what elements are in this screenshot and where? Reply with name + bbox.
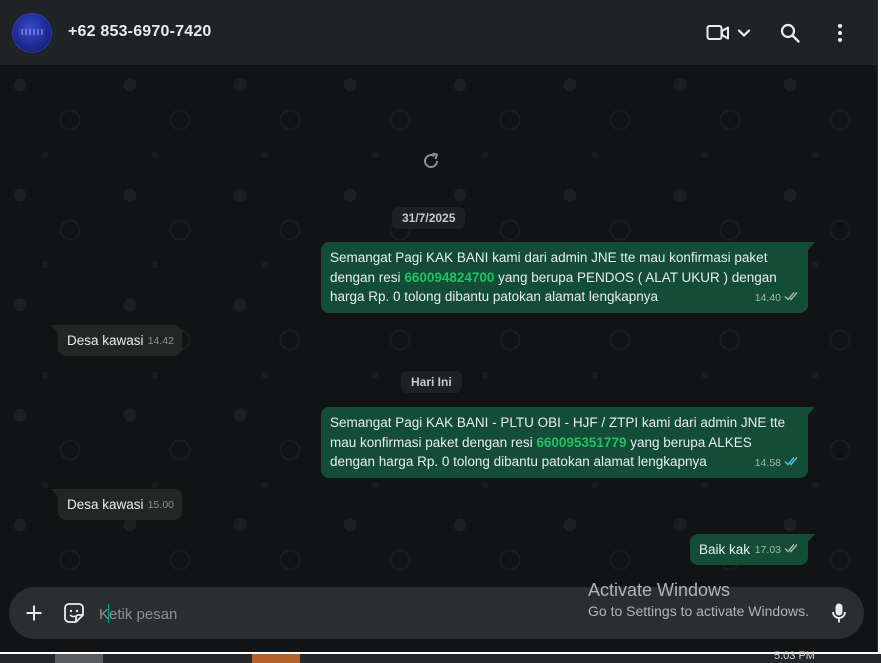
delivered-ticks-icon bbox=[784, 289, 800, 309]
message-meta: 14.42 bbox=[148, 332, 174, 352]
message-meta: 14.58 bbox=[755, 454, 800, 474]
chat-header: +62 853-6970-7420 bbox=[0, 0, 877, 65]
message-bubble-outgoing[interactable]: Semangat Pagi KAK BANI kami dari admin J… bbox=[321, 242, 815, 313]
message-time: 14.58 bbox=[754, 456, 781, 469]
message-bubble-outgoing[interactable]: Semangat Pagi KAK BANI - PLTU OBI - HJF … bbox=[321, 407, 815, 478]
search-icon[interactable] bbox=[777, 20, 803, 46]
load-more-refresh-icon[interactable] bbox=[421, 151, 441, 171]
message-bubble-outgoing[interactable]: Baik kak 17.03 bbox=[690, 534, 815, 565]
watermark-title: Activate Windows bbox=[588, 580, 731, 600]
windows-taskbar: 5.03 PM bbox=[0, 650, 881, 663]
message-text: Semangat Pagi KAK BANI kami dari admin J… bbox=[330, 250, 777, 304]
taskbar-app-button[interactable] bbox=[252, 654, 300, 663]
date-chip: Hari Ini bbox=[401, 371, 462, 393]
message-time: 17.03 bbox=[754, 543, 781, 556]
message-time: 14.42 bbox=[147, 334, 174, 347]
video-call-icon[interactable] bbox=[705, 20, 731, 46]
taskbar-app-button[interactable] bbox=[55, 654, 103, 663]
message-meta: 14.40 bbox=[755, 289, 800, 309]
message-text: Semangat Pagi KAK BANI - PLTU OBI - HJF … bbox=[330, 415, 786, 469]
message-text: Desa kawasi bbox=[67, 497, 144, 512]
contact-name[interactable]: +62 853-6970-7420 bbox=[68, 23, 212, 41]
message-bubble-incoming[interactable]: Desa kawasi 15.00 bbox=[51, 489, 182, 520]
tracking-number-link[interactable]: 660094824700 bbox=[404, 270, 494, 285]
message-text: Baik kak bbox=[699, 542, 751, 557]
contact-avatar[interactable] bbox=[12, 13, 52, 53]
message-meta: 15.00 bbox=[148, 496, 174, 516]
windows-activation-watermark: Activate Windows Go to Settings to activ… bbox=[588, 579, 809, 621]
attach-plus-icon[interactable] bbox=[21, 600, 47, 626]
message-bubble-incoming[interactable]: Desa kawasi 14.42 bbox=[51, 325, 182, 356]
sticker-emoji-icon[interactable] bbox=[61, 600, 87, 626]
chevron-down-icon[interactable] bbox=[731, 20, 757, 46]
whatsapp-window: +62 853-6970-7420 31/7/2025 Semangat Pag… bbox=[0, 0, 878, 652]
read-ticks-icon bbox=[784, 454, 800, 474]
tracking-number-link[interactable]: 660095351779 bbox=[536, 435, 626, 450]
watermark-subtitle: Go to Settings to activate Windows. bbox=[588, 603, 809, 619]
message-meta: 17.03 bbox=[755, 541, 800, 561]
message-input[interactable] bbox=[99, 603, 569, 625]
date-chip: 31/7/2025 bbox=[392, 207, 466, 229]
message-list[interactable]: 31/7/2025 Semangat Pagi KAK BANI kami da… bbox=[0, 65, 877, 585]
delivered-ticks-icon bbox=[784, 541, 800, 561]
message-time: 14.40 bbox=[754, 291, 781, 304]
message-time: 15.00 bbox=[147, 498, 174, 511]
message-text: Desa kawasi bbox=[67, 333, 144, 348]
microphone-icon[interactable] bbox=[826, 600, 852, 626]
taskbar-clock: 5.03 PM bbox=[774, 650, 815, 662]
menu-dots-icon[interactable] bbox=[827, 20, 853, 46]
